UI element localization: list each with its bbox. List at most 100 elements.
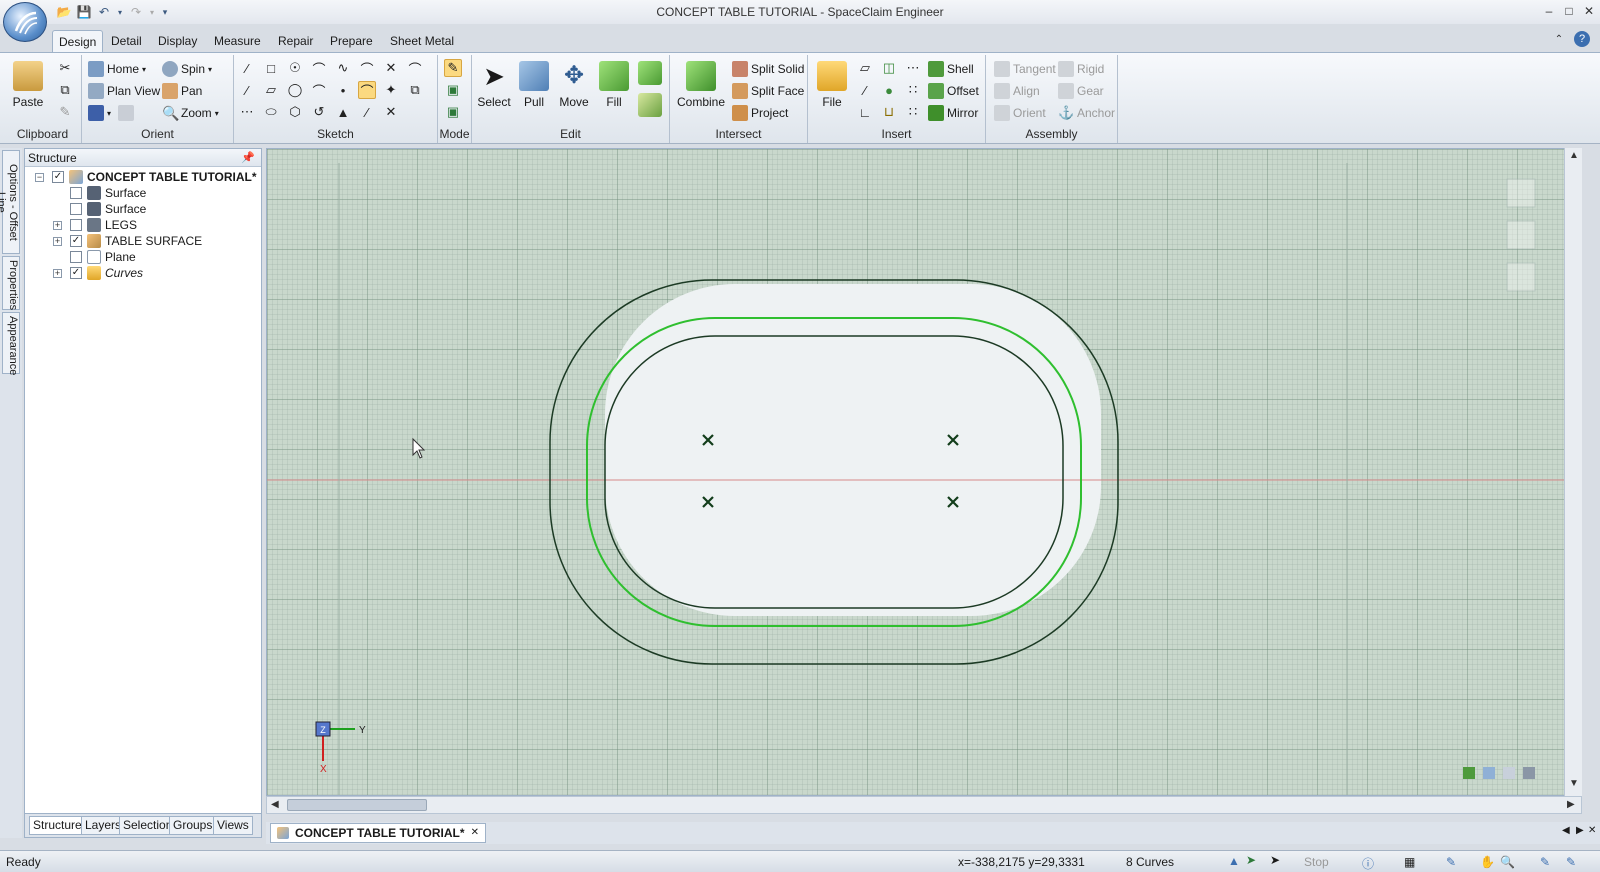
ellipse-tool-icon[interactable]: ⬭ [262,103,280,121]
horizontal-scrollbar[interactable]: ◀ ▶ [266,796,1582,814]
visibility-checkbox[interactable] [70,187,82,199]
shell-body-icon[interactable]: ⊔ [880,103,898,121]
camera-icon[interactable] [1523,767,1535,779]
section-mode-icon[interactable]: ▣ [444,81,462,99]
pull-button[interactable]: Pull [514,59,554,123]
stop-button[interactable]: Stop [1304,855,1329,869]
polygon-tool-icon[interactable]: ⬡ [286,103,304,121]
tab-sheet-metal[interactable]: Sheet Metal [384,30,460,52]
wireframe-icon[interactable] [1503,767,1515,779]
tree-node-table-surface[interactable]: + ✓ TABLE SURFACE [53,233,202,249]
anchor-button[interactable]: ⚓ Anchor [1058,103,1115,123]
view-options-icon[interactable]: ▦ [1404,855,1415,869]
trim-tool-icon[interactable]: ✕ [382,59,400,77]
tab-measure[interactable]: Measure [208,30,267,52]
tab-structure[interactable]: Structure [29,816,86,835]
tangent-button[interactable]: Tangent [994,59,1056,79]
tree-node-surface[interactable]: Surface [53,185,146,201]
tab-repair[interactable]: Repair [272,30,319,52]
3d-mode-icon[interactable]: ▣ [444,103,462,121]
axis-insert-icon[interactable]: ∕ [856,81,874,99]
tangent-arc-icon[interactable]: ⌒ [358,59,376,77]
three-point-rectangle-icon[interactable]: ▱ [262,81,280,99]
tab-groups[interactable]: Groups [169,816,217,835]
spin-button[interactable]: Spin ▾ [162,59,212,79]
bend-tool-icon[interactable]: ✦ [382,81,400,99]
close-button[interactable]: ✕ [1580,2,1598,20]
project-button[interactable]: Project [732,103,788,123]
help-icon[interactable]: ? [1574,31,1590,47]
scale-tool-icon[interactable]: ✕ [382,103,400,121]
align-button[interactable]: Align [994,81,1040,101]
info-icon[interactable]: ⓘ [1362,855,1374,872]
tab-detail[interactable]: Detail [105,30,148,52]
tab-display[interactable]: Display [152,30,203,52]
scroll-left-icon[interactable]: ◀ [271,799,279,810]
select-button[interactable]: ➤ Select [474,59,514,123]
close-document-icon[interactable]: ✕ [1588,825,1596,836]
visibility-checkbox[interactable]: ✓ [70,235,82,247]
zoom-icon[interactable]: 🔍 [1500,855,1515,869]
hand-icon[interactable]: ✋ [1480,855,1495,869]
sketch-grid-icon[interactable]: ✎ [1446,855,1456,869]
tree-node-plane[interactable]: Plane [53,249,136,265]
collapse-ribbon-icon[interactable]: ⌃ [1550,31,1568,49]
visibility-checkbox[interactable]: ✓ [52,171,64,183]
point-tool-icon[interactable]: • [334,81,352,99]
cut-icon[interactable]: ✂ [56,59,74,77]
visibility-checkbox[interactable] [70,251,82,263]
origin-icon[interactable]: ∟ [856,103,874,121]
circle-tool-icon[interactable]: ☉ [286,59,304,77]
combine-button[interactable]: Combine [676,59,726,123]
sketch-canvas[interactable]: Z Y X [267,149,1582,796]
mini-tool-button[interactable] [1506,178,1536,208]
split-face-button[interactable]: Split Face [732,81,804,101]
close-tab-icon[interactable]: ✕ [471,824,479,842]
tree-node-legs[interactable]: + LEGS [53,217,137,233]
project-to-sketch-icon[interactable]: ▲ [334,103,352,121]
three-point-circle-icon[interactable]: ◯ [286,81,304,99]
move-button[interactable]: ✥ Move [554,59,594,123]
expand-icon[interactable]: + [53,220,62,230]
mini-tool-button[interactable] [1506,262,1536,292]
visibility-checkbox[interactable] [70,203,82,215]
replace-icon[interactable] [638,61,662,85]
design-viewport[interactable]: Z Y X [266,148,1582,796]
plan-view-button[interactable]: Plan View [88,81,160,101]
tangent-line-icon[interactable]: ∕ [238,81,256,99]
pan-button[interactable]: Pan [162,81,202,101]
pencil-icon[interactable]: ✎ [1540,855,1550,869]
rectangle-tool-icon[interactable]: □ [262,59,280,77]
copy-curve-icon[interactable]: ⧉ [406,81,424,99]
linear-pattern-icon[interactable]: ∷ [904,81,922,99]
tab-scroll-left-icon[interactable]: ◀ [1562,825,1570,836]
line-tool-icon[interactable]: ∕ [238,59,256,77]
application-menu-button[interactable] [3,2,47,42]
visibility-checkbox[interactable] [70,219,82,231]
face-curve-icon[interactable]: ↺ [310,103,328,121]
scroll-up-icon[interactable]: ▲ [1569,150,1579,161]
vertical-scrollbar[interactable]: ▲ ▼ [1564,148,1582,796]
gear-button[interactable]: Gear [1058,81,1104,101]
document-tab[interactable]: CONCEPT TABLE TUTORIAL* ✕ [270,823,486,843]
tree-node-surface[interactable]: Surface [53,201,146,217]
tab-prepare[interactable]: Prepare [324,30,379,52]
three-point-arc-icon[interactable]: ⌒ [310,81,328,99]
maximize-button[interactable]: □ [1560,2,1578,20]
tree-node-curves[interactable]: + ✓ Curves [53,265,143,281]
sketch-mode-icon[interactable]: ✎ [444,59,462,77]
split-line-icon[interactable]: ∕ [358,103,376,121]
scroll-right-icon[interactable]: ▶ [1567,799,1575,810]
offset-curve-icon[interactable]: ⌒ [358,81,376,99]
spline-tool-icon[interactable]: ∿ [334,59,352,77]
orient-button[interactable]: Orient [994,103,1046,123]
scroll-down-icon[interactable]: ▼ [1569,778,1579,789]
file-insert-button[interactable]: File [812,59,852,123]
copy-icon[interactable]: ⧉ [56,81,74,99]
paste-button[interactable]: Paste [8,59,48,123]
sphere-icon[interactable]: ● [880,81,898,99]
minimize-button[interactable]: – [1540,2,1558,20]
plane-insert-icon[interactable]: ▱ [856,59,874,77]
arc-tool-icon[interactable]: ⌒ [310,59,328,77]
construction-line-icon[interactable]: ⋯ [238,103,256,121]
